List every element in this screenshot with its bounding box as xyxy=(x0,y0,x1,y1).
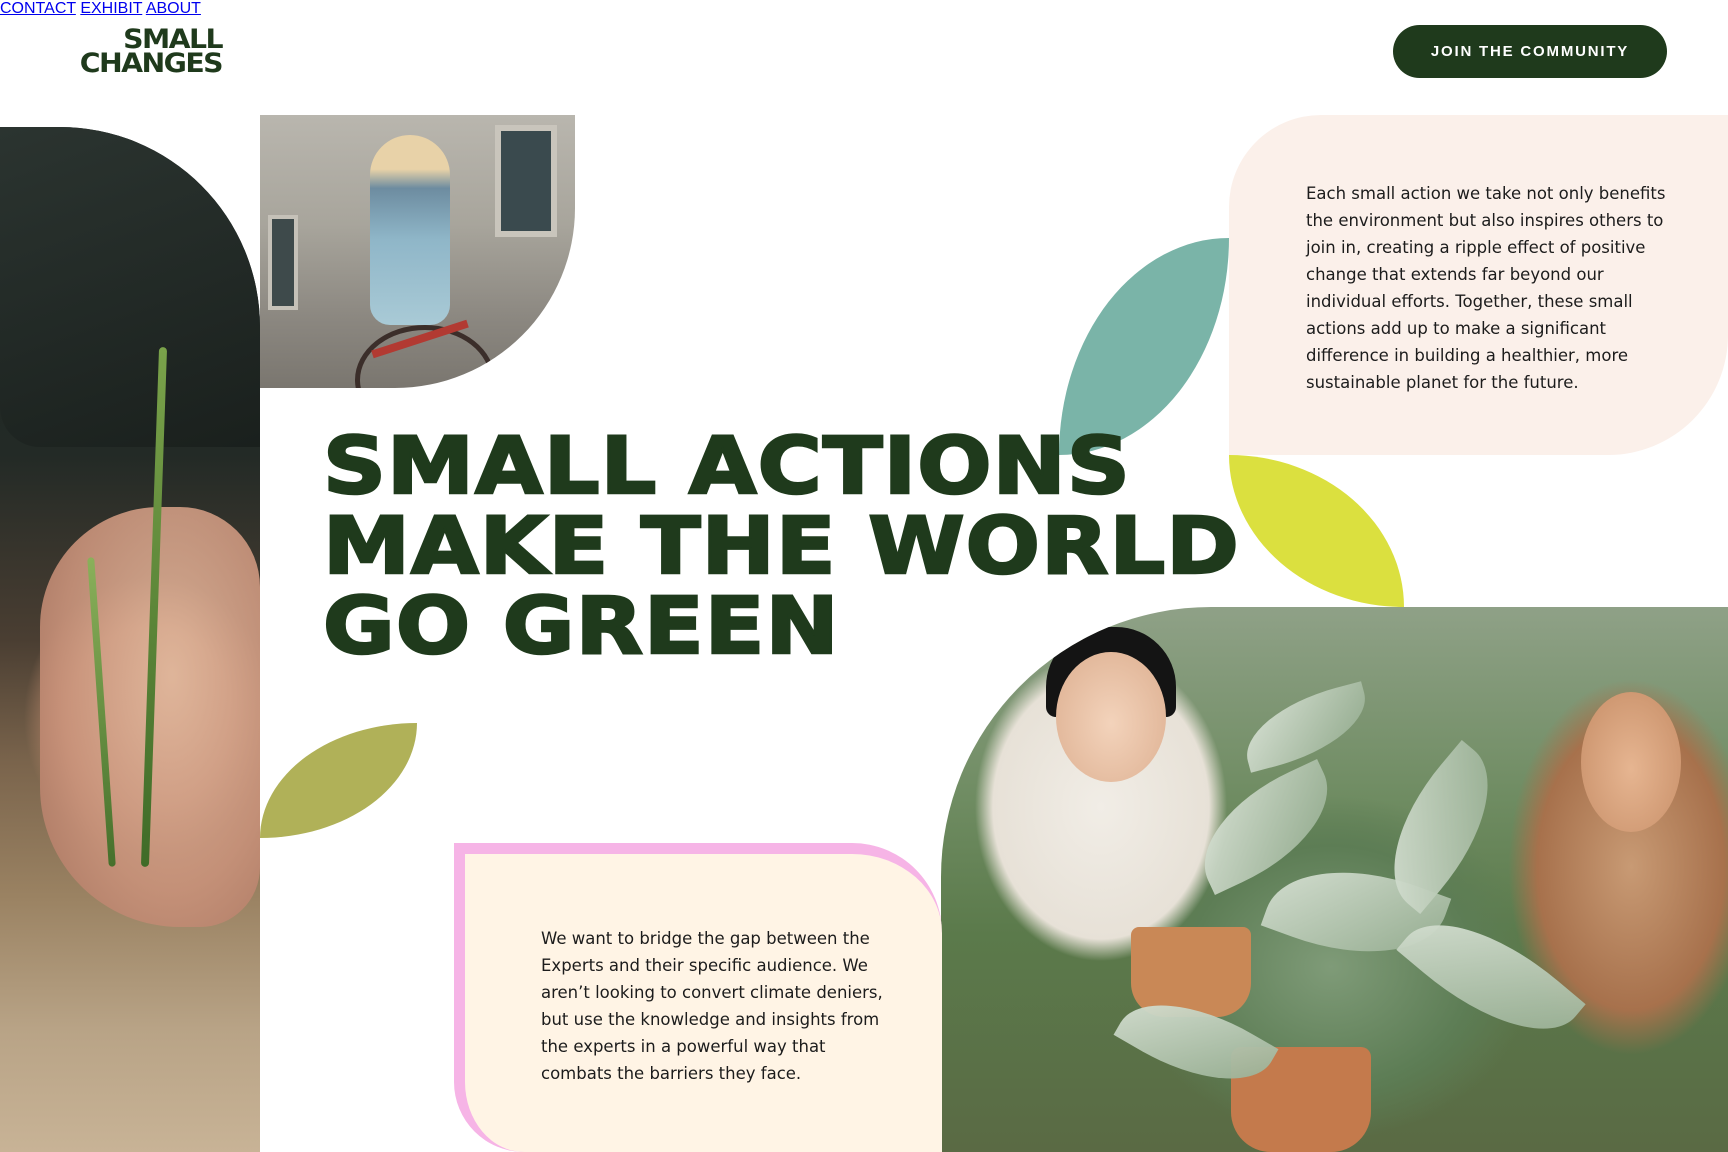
face-shape xyxy=(1581,692,1681,832)
main-nav: CONTACT EXHIBIT ABOUT xyxy=(0,0,1728,18)
headline-line-2: MAKE THE WORLD xyxy=(322,502,1241,592)
mission-text: Each small action we take not only benef… xyxy=(1306,184,1666,392)
nav-exhibit-link[interactable]: EXHIBIT xyxy=(80,0,142,17)
join-community-button[interactable]: JOIN THE COMMUNITY xyxy=(1393,25,1667,78)
lime-leaf-decoration xyxy=(1229,455,1404,607)
plant-pot-shape xyxy=(1131,927,1251,1017)
sleeve-shape xyxy=(0,127,260,447)
mission-card-bottom: We want to bridge the gap between the Ex… xyxy=(454,843,942,1152)
plant-leaf-shape xyxy=(1235,681,1377,773)
face-shape xyxy=(1056,652,1166,782)
woman-riding-bicycle-photo xyxy=(260,115,575,388)
headline-line-3: GO GREEN xyxy=(322,582,840,672)
hands-planting-sprout-photo xyxy=(0,127,260,1152)
logo[interactable]: SMALL CHANGES xyxy=(66,26,224,80)
cyclist-shape xyxy=(370,135,450,325)
building-window-shape xyxy=(268,215,298,310)
building-window-shape xyxy=(495,125,557,237)
nav-about-link[interactable]: ABOUT xyxy=(146,0,201,17)
people-potting-plants-photo xyxy=(941,607,1728,1152)
olive-leaf-decoration xyxy=(260,723,417,838)
nav-contact-link[interactable]: CONTACT xyxy=(0,0,76,17)
headline-line-1: SMALL ACTIONS xyxy=(322,422,1132,512)
mission-card-top: Each small action we take not only benef… xyxy=(1229,115,1728,455)
logo-line-2: CHANGES xyxy=(79,48,224,79)
bridge-gap-text: We want to bridge the gap between the Ex… xyxy=(541,929,883,1083)
hero-headline: SMALL ACTIONS MAKE THE WORLD GO GREEN xyxy=(322,426,1241,669)
